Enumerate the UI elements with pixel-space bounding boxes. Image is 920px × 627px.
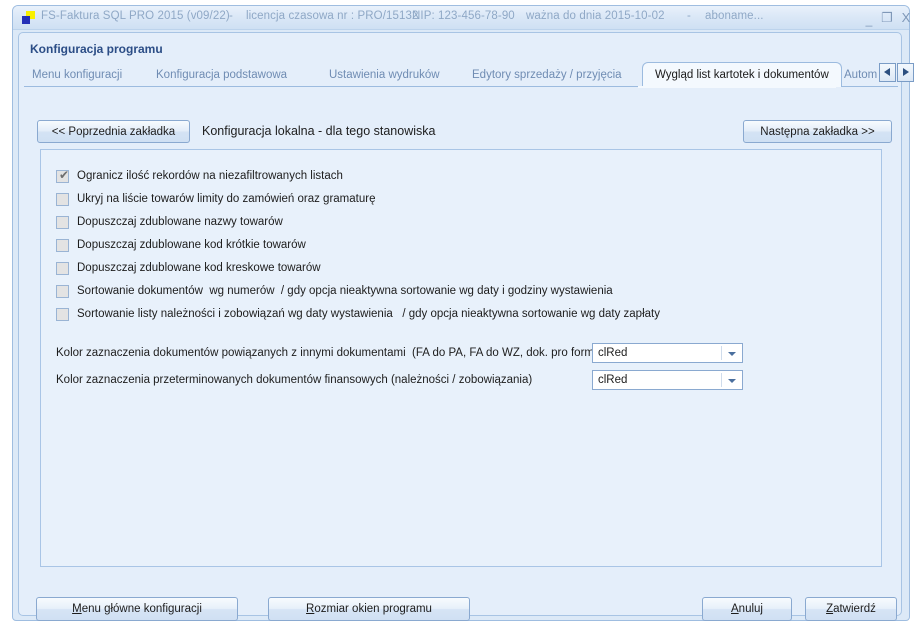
title-bar: FS-Faktura SQL PRO 2015 (v09/22) - licen… xyxy=(13,6,910,30)
tab-menu-konfiguracji[interactable]: Menu konfiguracji xyxy=(32,64,122,86)
label-overdue-documents-color: Kolor zaznaczenia przeterminowanych doku… xyxy=(56,374,533,386)
next-tab-button[interactable]: Następna zakładka >> xyxy=(743,120,892,143)
tab-strip: Menu konfiguracji Konfiguracja podstawow… xyxy=(24,62,914,87)
checkbox-hide-limits[interactable] xyxy=(56,193,69,206)
checkbox-label-duplicate-names: Dopuszczaj zdublowane nazwy towarów xyxy=(77,216,283,228)
close-icon[interactable]: X xyxy=(898,9,914,26)
previous-tab-button[interactable]: << Poprzednia zakładka xyxy=(37,120,190,143)
tab-scroll-right-icon[interactable] xyxy=(897,63,914,82)
tab-wyglad-list-kartotek[interactable]: Wygląd list kartotek i dokumentów xyxy=(642,62,842,87)
window-size-button[interactable]: Rozmiar okien programu xyxy=(268,597,470,621)
checkbox-label-duplicate-short-codes: Dopuszczaj zdublowane kod krótkie towaró… xyxy=(77,239,306,251)
checkbox-duplicate-short-codes[interactable] xyxy=(56,239,69,252)
application-window: FS-Faktura SQL PRO 2015 (v09/22) - licen… xyxy=(12,5,914,621)
checkbox-label-duplicate-barcodes: Dopuszczaj zdublowane kod kreskowe towar… xyxy=(77,262,321,274)
checkbox-label-hide-limits: Ukryj na liście towarów limity do zamówi… xyxy=(77,193,376,205)
maximize-icon[interactable]: ❐ xyxy=(879,9,895,26)
checkbox-label-sort-receivables-by-date: Sortowanie listy należności i zobowiązań… xyxy=(77,308,660,320)
cancel-button[interactable]: Anuluj xyxy=(702,597,792,621)
main-menu-label: enu główne konfiguracji xyxy=(81,603,202,615)
cancel-label: nuluj xyxy=(738,603,763,615)
tab-edytory-sprzedazy[interactable]: Edytory sprzedaży / przyjęcia xyxy=(472,64,622,86)
minimize-icon[interactable]: _ xyxy=(861,9,877,27)
checkbox-sort-receivables-by-date[interactable] xyxy=(56,308,69,321)
app-logo-icon xyxy=(22,11,35,24)
dropdown-linked-documents-color[interactable]: clRed xyxy=(592,343,743,363)
checkbox-limit-records[interactable]: ✔ xyxy=(56,169,69,183)
title-license: licencja czasowa nr : PRO/15132 xyxy=(246,10,419,22)
title-separator-2: - xyxy=(687,10,691,22)
chevron-down-icon[interactable] xyxy=(728,352,736,356)
main-configuration-menu-button[interactable]: Menu główne konfiguracji xyxy=(36,597,238,621)
active-tab-notch xyxy=(638,86,836,88)
confirm-button[interactable]: Zatwierdź xyxy=(805,597,897,621)
tab-ustawienia-wydrukow[interactable]: Ustawienia wydruków xyxy=(329,64,440,86)
checkbox-duplicate-names[interactable] xyxy=(56,216,69,229)
settings-panel: ✔ Ogranicz ilość rekordów na niezafiltro… xyxy=(40,149,882,567)
dropdown-overdue-documents-color-value: clRed xyxy=(598,374,628,386)
title-app-name: FS-Faktura SQL PRO 2015 (v09/22) xyxy=(41,10,230,22)
dropdown-overdue-documents-color[interactable]: clRed xyxy=(592,370,743,390)
checkbox-sort-documents-by-number[interactable] xyxy=(56,285,69,298)
label-linked-documents-color: Kolor zaznaczenia dokumentów powiązanych… xyxy=(56,347,620,359)
tab-scroll-left-icon[interactable] xyxy=(879,63,896,82)
title-nip: NIP: 123-456-78-90 xyxy=(412,10,515,22)
confirm-label: atwierdź xyxy=(833,603,876,615)
chevron-down-icon[interactable] xyxy=(728,379,736,383)
dropdown-linked-documents-color-value: clRed xyxy=(598,347,628,359)
title-separator-1: - xyxy=(229,10,233,22)
tab-konfiguracja-podstawowa[interactable]: Konfiguracja podstawowa xyxy=(156,64,287,86)
checkbox-label-sort-documents-by-number: Sortowanie dokumentów wg numerów / gdy o… xyxy=(77,285,613,297)
dropdown-separator xyxy=(721,346,722,360)
main-menu-accelerator: M xyxy=(72,603,82,615)
tab-automatyzacja[interactable]: Autom xyxy=(844,64,877,86)
configuration-dialog: Konfiguracja programu Menu konfiguracji … xyxy=(18,32,914,621)
cancel-accelerator: A xyxy=(731,603,739,615)
title-subscription: aboname... xyxy=(705,10,764,22)
window-size-label: ozmiar okien programu xyxy=(314,603,432,615)
checkbox-duplicate-barcodes[interactable] xyxy=(56,262,69,275)
page-title: Konfiguracja programu xyxy=(30,42,163,56)
title-valid-until: ważna do dnia 2015-10-02 xyxy=(526,10,665,22)
local-config-label: Konfiguracja lokalna - dla tego stanowis… xyxy=(202,124,436,138)
checkbox-label-limit-records: Ogranicz ilość rekordów na niezafiltrowa… xyxy=(77,170,343,182)
dropdown-separator xyxy=(721,373,722,387)
